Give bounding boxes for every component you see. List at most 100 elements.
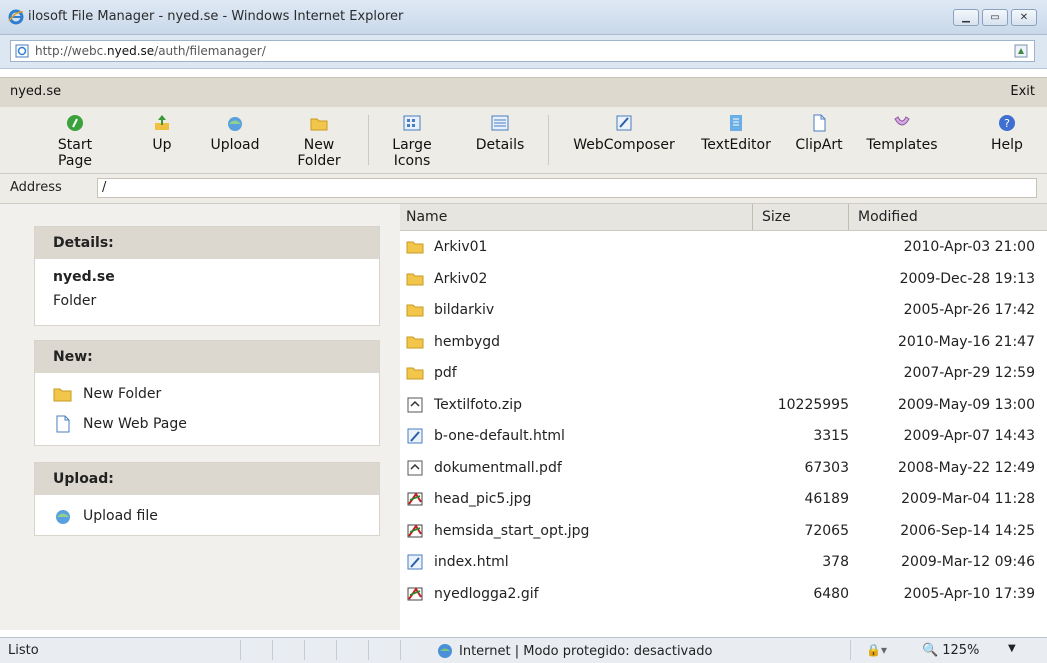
address-label: Address — [10, 180, 62, 195]
file-row[interactable]: bildarkiv 2005-Apr-26 17:42 — [400, 295, 1047, 326]
file-row[interactable]: hembygd 2010-May-16 21:47 — [400, 327, 1047, 358]
minimize-button[interactable]: ▁ — [953, 9, 979, 26]
file-row[interactable]: Arkiv01 2010-Apr-03 21:00 — [400, 232, 1047, 263]
file-name: Textilfoto.zip — [434, 396, 522, 413]
zoom-dropdown-icon[interactable]: ▼ — [1008, 643, 1016, 654]
address-path-field[interactable]: / — [97, 178, 1037, 198]
large-icons-icon — [403, 115, 421, 131]
window-title-bar: ilosoft File Manager - nyed.se - Windows… — [0, 0, 1047, 35]
details-button[interactable]: Details — [470, 113, 530, 171]
start-page-button[interactable]: Start Page — [54, 113, 96, 171]
file-list: Name Size Modified Arkiv01 2010-Apr-03 21… — [400, 204, 1047, 630]
file-name: bildarkiv — [434, 302, 495, 318]
file-name: hembygd — [434, 333, 501, 350]
file-name: b-one-default.html — [434, 428, 565, 444]
file-size: 72065 — [804, 522, 849, 539]
generic-icon — [406, 396, 424, 414]
file-modified: 2010-May-16 21:47 — [897, 333, 1035, 350]
maximize-button[interactable]: ▭ — [982, 9, 1008, 26]
up-button[interactable]: Up — [142, 113, 182, 171]
site-name: nyed.se — [10, 84, 62, 99]
close-button[interactable]: ✕ — [1011, 9, 1037, 26]
new-folder-icon — [310, 118, 328, 131]
new-folder-link[interactable]: New Folder — [53, 385, 161, 403]
size-column-header[interactable]: Size — [762, 209, 791, 225]
html-icon — [406, 553, 424, 571]
url-field[interactable]: http://webc.nyed.se/auth/filemanager/ — [10, 40, 1035, 62]
file-name: pdf — [434, 365, 457, 381]
texteditor-button[interactable]: TextEditor — [694, 113, 778, 171]
clipart-icon — [813, 114, 826, 132]
new-header: New: — [35, 341, 379, 373]
status-divider — [336, 640, 337, 660]
file-name: head_pic5.jpg — [434, 491, 532, 507]
clipart-button[interactable]: ClipArt — [790, 113, 848, 171]
file-row[interactable]: index.html 378 2009-Mar-12 09:46 — [400, 547, 1047, 578]
zoom-control[interactable]: 🔍 125% — [922, 643, 979, 658]
help-button[interactable]: ? Help — [982, 113, 1032, 171]
compatibility-view-icon[interactable] — [1013, 43, 1029, 59]
file-row[interactable]: pdf 2007-Apr-29 12:59 — [400, 358, 1047, 389]
folder-icon — [406, 270, 424, 288]
file-modified: 2010-Apr-03 21:00 — [903, 239, 1035, 255]
webcomposer-button[interactable]: WebComposer — [566, 113, 682, 171]
left-panel: Details: nyed.se Folder New: New Folder … — [0, 204, 400, 630]
upload-file-link[interactable]: Upload file — [53, 507, 158, 525]
window-title: ilosoft File Manager - nyed.se - Windows… — [28, 9, 404, 24]
templates-button[interactable]: Templates — [856, 113, 948, 171]
svg-text:?: ? — [1004, 117, 1010, 130]
file-size: 3315 — [813, 428, 849, 444]
file-row[interactable]: b-one-default.html 3315 2009-Apr-07 14:43 — [400, 421, 1047, 452]
file-row[interactable]: nyedlogga2.gif 6480 2005-Apr-10 17:39 — [400, 579, 1047, 610]
image-icon — [406, 522, 424, 540]
status-text: Listo — [8, 643, 39, 658]
folder-icon — [406, 238, 424, 256]
zoom-icon: 🔍 — [922, 643, 939, 658]
upload-box: Upload: Upload file — [34, 462, 380, 536]
status-divider — [850, 640, 851, 660]
file-modified: 2009-Mar-12 09:46 — [901, 554, 1035, 570]
file-row[interactable]: head_pic5.jpg 46189 2009-Mar-04 11:28 — [400, 484, 1047, 515]
internet-globe-icon — [438, 644, 452, 658]
status-divider — [400, 640, 401, 660]
file-row[interactable]: dokumentmall.pdf 67303 2008-May-22 12:49 — [400, 453, 1047, 484]
new-folder-button[interactable]: New Folder — [296, 113, 342, 171]
webcomposer-icon — [616, 115, 632, 131]
folder-icon — [406, 301, 424, 319]
toolbar: Start Page Up Upload New Folder Large Ic… — [0, 107, 1047, 174]
upload-button[interactable]: Upload — [205, 113, 265, 171]
details-name: nyed.se — [53, 269, 115, 285]
new-folder-icon — [53, 388, 72, 402]
generic-icon — [406, 459, 424, 477]
toolbar-separator — [548, 115, 549, 165]
file-size: 46189 — [804, 491, 849, 507]
large-icons-button[interactable]: Large Icons — [390, 113, 434, 171]
exit-link[interactable]: Exit — [1010, 84, 1035, 99]
help-icon: ? — [999, 115, 1015, 131]
text-editor-icon — [730, 115, 742, 131]
name-column-header[interactable]: Name — [406, 209, 447, 225]
file-modified: 2009-Dec-28 19:13 — [899, 270, 1035, 287]
file-modified: 2008-May-22 12:49 — [897, 459, 1035, 476]
file-row[interactable]: Textilfoto.zip 10225995 2009-May-09 13:00 — [400, 390, 1047, 421]
file-size: 67303 — [804, 459, 849, 476]
templates-icon — [894, 116, 910, 126]
file-modified: 2007-Apr-29 12:59 — [903, 365, 1035, 381]
column-divider — [848, 204, 849, 230]
file-modified: 2005-Apr-26 17:42 — [903, 302, 1035, 318]
file-row[interactable]: Arkiv02 2009-Dec-28 19:13 — [400, 264, 1047, 295]
file-name: Arkiv01 — [434, 239, 488, 255]
file-modified: 2009-Mar-04 11:28 — [901, 491, 1035, 507]
file-name: hemsida_start_opt.jpg — [434, 522, 590, 539]
new-web-page-link[interactable]: New Web Page — [53, 415, 187, 433]
security-zone[interactable]: Internet | Modo protegido: desactivado — [437, 643, 712, 659]
details-view-icon — [491, 115, 509, 131]
file-modified: 2009-May-09 13:00 — [897, 396, 1035, 413]
page-icon — [15, 44, 29, 58]
protected-mode-icon[interactable]: 🔒▾ — [866, 643, 887, 657]
modified-column-header[interactable]: Modified — [858, 209, 918, 225]
file-row[interactable]: hemsida_start_opt.jpg 72065 2006-Sep-14 14… — [400, 516, 1047, 547]
status-bar: Listo Internet | Modo protegido: desacti… — [0, 637, 1047, 663]
details-header: Details: — [35, 227, 379, 259]
file-name: nyedlogga2.gif — [434, 585, 539, 602]
